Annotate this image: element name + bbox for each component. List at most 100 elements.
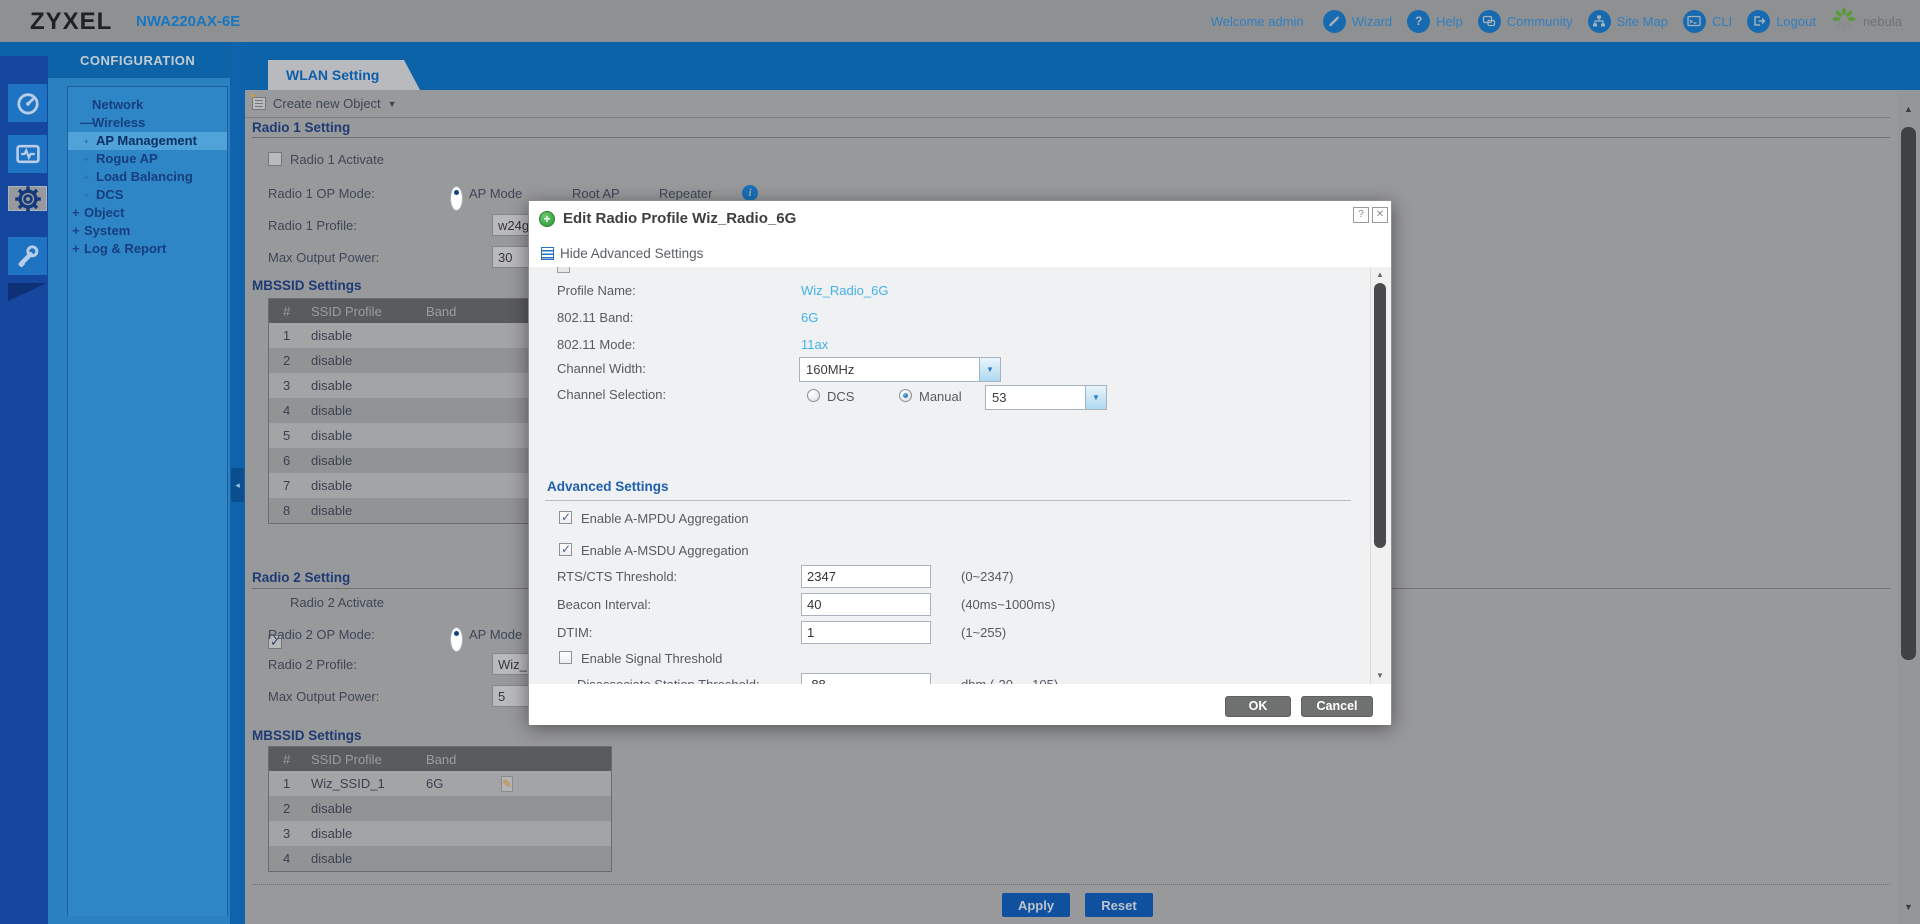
scroll-up-icon[interactable]: ▲ <box>1371 270 1389 279</box>
mbssid-row[interactable]: 4 disable ✎ <box>269 846 611 871</box>
maintenance-tab[interactable] <box>8 237 47 275</box>
radio2-activate-label: Radio 2 Activate <box>290 595 384 610</box>
signal-threshold-checkbox[interactable] <box>559 651 572 664</box>
cancel-button[interactable]: Cancel <box>1301 696 1373 717</box>
radio2-section-title: Radio 2 Setting <box>252 570 351 585</box>
beacon-label: Beacon Interval: <box>557 597 651 612</box>
dialog-scrollbar[interactable]: ▲ ▼ <box>1370 267 1389 684</box>
radio1-section-title: Radio 1 Setting <box>252 120 351 135</box>
sidebar-item[interactable]: —Wireless <box>68 114 227 132</box>
sidebar-collapse-handle[interactable]: ◂ <box>231 468 244 502</box>
info-icon[interactable]: i <box>742 185 758 201</box>
sidebar-item[interactable]: + Log & Report <box>68 240 227 258</box>
radio2-apmode-radio[interactable] <box>450 627 463 652</box>
sidebar-item[interactable]: Network <box>68 96 227 114</box>
sidebar-item[interactable]: Rogue AP <box>68 150 227 169</box>
wizard-icon <box>1322 9 1346 33</box>
nebula-icon <box>1831 6 1857 37</box>
radio1-activate-label: Radio 1 Activate <box>290 152 384 167</box>
zyxel-logo: ZYXEL <box>30 8 113 35</box>
sidebar-item[interactable]: DCS <box>68 186 227 205</box>
edit-icon: + <box>539 211 555 227</box>
monitor-icon <box>15 144 40 164</box>
dtim-hint: (1~255) <box>961 625 1007 640</box>
sitemap-link[interactable]: Site Map <box>1587 9 1668 33</box>
manual-radio[interactable] <box>899 389 912 402</box>
ampdu-label: Enable A-MPDU Aggregation <box>581 511 749 526</box>
radio1-section-rule <box>252 137 1890 138</box>
hide-advanced-settings-toggle[interactable]: Hide Advanced Settings <box>529 239 1391 267</box>
channel-selection-label: Channel Selection: <box>557 387 667 402</box>
monitor-tab[interactable] <box>8 135 47 173</box>
scroll-up-icon[interactable]: ▲ <box>1897 104 1920 114</box>
ok-button[interactable]: OK <box>1225 696 1291 717</box>
scroll-down-icon[interactable]: ▼ <box>1897 902 1920 912</box>
channel-select[interactable]: 53 ▼ <box>985 385 1107 410</box>
page-scrollbar-thumb[interactable] <box>1901 127 1916 660</box>
nebula-link[interactable]: nebula <box>1831 6 1902 37</box>
apply-button[interactable]: Apply <box>1002 893 1070 917</box>
mode-label: 802.11 Mode: <box>557 337 636 352</box>
community-link[interactable]: Community <box>1477 9 1573 33</box>
chevron-down-icon: ▼ <box>979 358 1000 381</box>
amsdu-checkbox[interactable] <box>559 542 572 556</box>
cli-link[interactable]: CLI <box>1682 9 1732 33</box>
edit-profile-icon[interactable]: ✎ <box>501 776 514 792</box>
chevron-down-icon: ▼ <box>387 98 397 109</box>
help-icon: ? <box>1407 9 1431 33</box>
advanced-settings-rule <box>545 500 1351 501</box>
scroll-down-icon[interactable]: ▼ <box>1371 671 1389 680</box>
sidebar-item[interactable]: AP Management <box>68 132 227 151</box>
configuration-tab[interactable] <box>8 185 47 212</box>
community-icon <box>1477 9 1501 33</box>
mbssid-row[interactable]: 1 Wiz_SSID_1 6G ✎ <box>269 771 611 796</box>
help-link[interactable]: ? Help <box>1407 9 1463 33</box>
create-object-icon <box>249 91 266 110</box>
mbssid-row[interactable]: 3 disable ✎ <box>269 821 611 846</box>
logout-icon <box>1747 9 1771 33</box>
dialog-close-button[interactable]: ✕ <box>1372 207 1388 223</box>
sidebar-item[interactable]: Load Balancing <box>68 168 227 187</box>
mbssid-row[interactable]: 2 disable ✎ <box>269 796 611 821</box>
radio1-opmode-label: Radio 1 OP Mode: <box>268 186 375 201</box>
band-label: 802.11 Band: <box>557 310 634 325</box>
welcome-text: Welcome admin <box>1210 13 1304 29</box>
table-header: # SSID Profile Band <box>269 747 611 771</box>
dtim-input[interactable] <box>801 621 931 644</box>
device-name: NWA220AX-6E <box>136 13 241 30</box>
profile-name-label: Profile Name: <box>557 283 636 298</box>
reset-button[interactable]: Reset <box>1085 893 1153 917</box>
disassociate-label: Disassociate Station Threshold: <box>577 677 760 684</box>
page-scrollbar[interactable]: ▲ ▼ <box>1897 90 1920 924</box>
radio1-activate-checkbox[interactable] <box>268 152 282 166</box>
toolbar-separator <box>245 117 1890 118</box>
logout-link[interactable]: Logout <box>1747 9 1816 33</box>
topbar-links: Welcome admin Wizard ? Help Community Si… <box>1211 0 1902 42</box>
rts-input[interactable] <box>801 565 931 588</box>
radio1-apmode-radio[interactable] <box>450 186 463 211</box>
disassociate-input[interactable] <box>801 673 931 684</box>
create-new-object-button[interactable]: Create new Object ▼ <box>249 91 397 111</box>
wizard-link[interactable]: Wizard <box>1322 9 1392 33</box>
beacon-hint: (40ms~1000ms) <box>961 597 1056 612</box>
dialog-scrollbar-thumb[interactable] <box>1374 283 1386 548</box>
nav-sidebar: Network —Wireless AP Management Rogue AP… <box>48 78 230 924</box>
sidebar-item[interactable]: + System <box>68 222 227 240</box>
disassociate-hint: dbm (-20 ~ -105) <box>961 677 1058 684</box>
rts-hint: (0~2347) <box>961 569 1014 584</box>
channel-width-select[interactable]: 160MHz ▼ <box>799 357 1001 382</box>
ampdu-checkbox[interactable] <box>559 510 572 524</box>
dtim-label: DTIM: <box>557 625 593 640</box>
list-icon <box>541 246 554 260</box>
tab-wlan-setting[interactable]: WLAN Setting <box>268 60 420 90</box>
dialog-footer: OK Cancel <box>529 684 1391 725</box>
signal-threshold-label: Enable Signal Threshold <box>581 651 723 666</box>
edit-radio-profile-dialog: + Edit Radio Profile Wiz_Radio_6G ? ✕ Hi… <box>528 200 1392 725</box>
mode-value: 11ax <box>801 337 829 352</box>
beacon-input[interactable] <box>801 593 931 616</box>
dialog-help-button[interactable]: ? <box>1353 207 1369 223</box>
dcs-radio[interactable] <box>807 389 820 402</box>
sidebar-item[interactable]: + Object <box>68 204 227 222</box>
dialog-body: Profile Name: Wiz_Radio_6G 802.11 Band: … <box>529 267 1391 684</box>
dashboard-tab[interactable] <box>8 84 47 122</box>
